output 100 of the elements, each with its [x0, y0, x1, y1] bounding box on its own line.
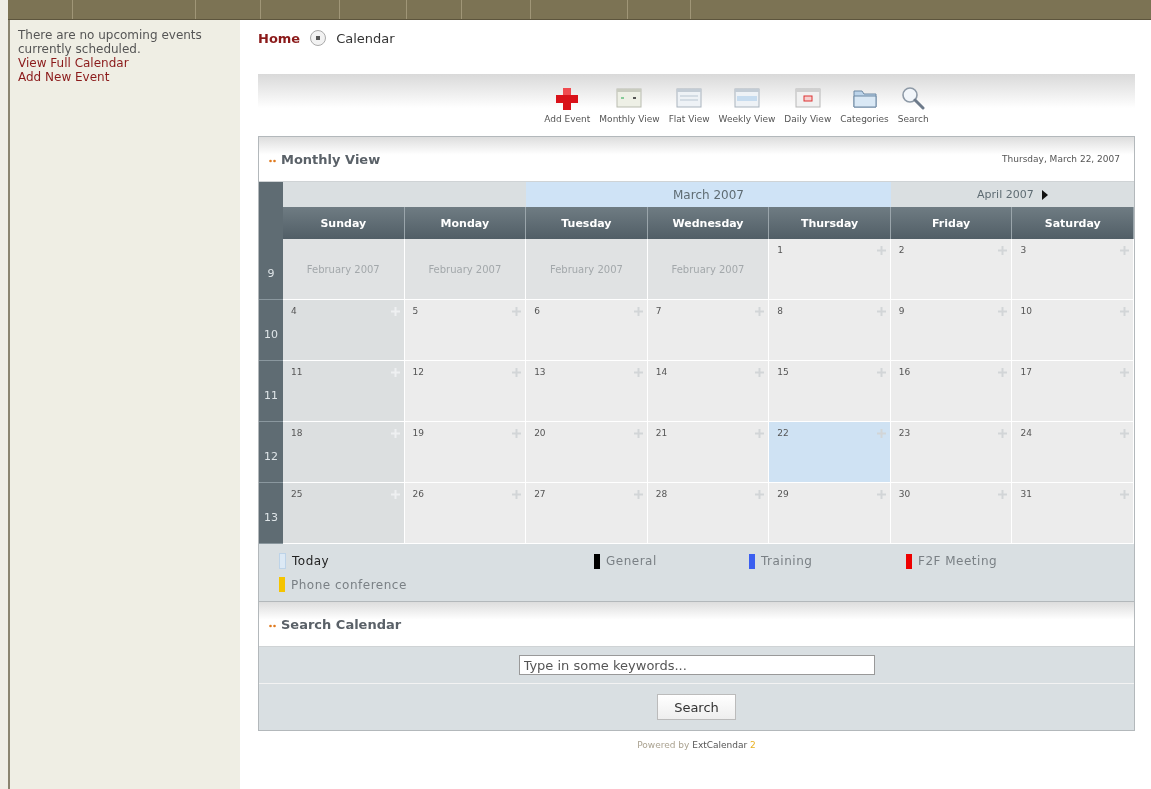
day-number[interactable]: 31: [1020, 489, 1032, 499]
add-plus-icon[interactable]: [998, 368, 1008, 377]
day-number[interactable]: 13: [534, 367, 546, 377]
day-number[interactable]: 27: [534, 489, 546, 499]
day-number[interactable]: 3: [1020, 245, 1027, 255]
toolbar-button[interactable]: Daily View: [784, 86, 832, 136]
day-number[interactable]: 5: [412, 306, 419, 316]
add-plus-icon[interactable]: [998, 429, 1008, 438]
day-number[interactable]: 8: [777, 306, 783, 316]
search-field[interactable]: Type in some keywords...: [518, 655, 875, 675]
add-plus-icon[interactable]: [1120, 429, 1129, 438]
separator-icon: [310, 30, 327, 46]
add-plus-icon[interactable]: [512, 368, 522, 377]
toolbar-button[interactable]: Categories: [840, 86, 889, 136]
day-number[interactable]: 30: [898, 489, 911, 499]
toolbar-button[interactable]: Monthly View: [599, 86, 660, 136]
add-plus-icon[interactable]: [633, 307, 643, 316]
list-window-icon: [676, 86, 703, 110]
plus-icon: [554, 86, 581, 110]
add-plus-icon[interactable]: [876, 307, 886, 316]
right-arrow-icon: [1041, 189, 1048, 200]
day-number[interactable]: 11: [291, 367, 303, 377]
day-number[interactable]: 15: [777, 367, 789, 377]
weekday-header: Wednesday: [647, 207, 770, 239]
add-plus-icon[interactable]: [512, 307, 522, 316]
other-month-cell: February 2007: [404, 239, 527, 300]
add-plus-icon[interactable]: [755, 307, 765, 316]
day-number[interactable]: 14: [655, 367, 668, 377]
weekday-header: Tuesday: [526, 207, 648, 239]
legend-label: General: [606, 554, 657, 568]
add-plus-icon[interactable]: [633, 490, 643, 499]
search-button[interactable]: Search: [657, 694, 736, 720]
day-number[interactable]: 12: [412, 367, 424, 377]
day-number[interactable]: 23: [898, 428, 911, 438]
week-number[interactable]: 11: [259, 361, 283, 422]
dots-icon: [269, 623, 277, 628]
legend-label: F2F Meeting: [918, 554, 998, 568]
legend-label: Training: [761, 554, 813, 568]
week-number[interactable]: 10: [259, 300, 283, 361]
day-number[interactable]: 6: [534, 306, 540, 316]
toolbar-button[interactable]: Flat View: [668, 86, 710, 136]
toolbar-button[interactable]: Weekly View: [718, 86, 776, 136]
add-plus-icon[interactable]: [755, 368, 765, 377]
breadcrumb-link[interactable]: Home: [258, 30, 301, 46]
add-plus-icon[interactable]: [998, 307, 1008, 316]
day-number[interactable]: 9: [898, 306, 905, 316]
day-number[interactable]: 28: [655, 489, 668, 499]
current-month: March 2007: [526, 182, 891, 207]
add-plus-icon[interactable]: [876, 246, 886, 255]
breadcrumb-current: Calendar: [336, 30, 395, 46]
day-number[interactable]: 25: [291, 489, 303, 499]
day-number[interactable]: 24: [1020, 428, 1032, 438]
add-plus-icon[interactable]: [876, 490, 886, 499]
day-number[interactable]: 7: [655, 306, 662, 316]
week-number[interactable]: 13: [259, 483, 283, 544]
day-number[interactable]: 1: [777, 245, 783, 255]
magnifier-icon: [900, 86, 927, 110]
version-number: 2: [750, 740, 756, 750]
day-number[interactable]: 17: [1020, 367, 1032, 377]
day-number[interactable]: 10: [1020, 306, 1032, 316]
add-plus-icon[interactable]: [512, 490, 522, 499]
weekday-header: Saturday: [1012, 207, 1134, 239]
sidebar-link[interactable]: Add New Event: [18, 70, 232, 84]
add-plus-icon[interactable]: [633, 429, 643, 438]
other-month-cell: February 2007: [647, 239, 770, 300]
weekday-header: Monday: [404, 207, 527, 239]
add-plus-icon[interactable]: [998, 490, 1008, 499]
weekday-header: Thursday: [769, 207, 891, 239]
product-link[interactable]: ExtCalendar: [692, 740, 748, 750]
weekday-header: Sunday: [283, 207, 405, 239]
add-plus-icon[interactable]: [755, 490, 765, 499]
add-plus-icon[interactable]: [1120, 246, 1129, 255]
add-plus-icon[interactable]: [1120, 490, 1129, 499]
add-plus-icon[interactable]: [1120, 368, 1129, 377]
sidebar-message: There are no upcoming events currently scheduled.: [18, 28, 203, 56]
day-number[interactable]: 29: [777, 489, 789, 499]
add-plus-icon[interactable]: [633, 368, 643, 377]
toolbar-button[interactable]: Search: [897, 86, 929, 136]
add-plus-icon[interactable]: [876, 368, 886, 377]
add-plus-icon[interactable]: [512, 429, 522, 438]
week-number[interactable]: 9: [259, 239, 283, 300]
day-number[interactable]: 16: [898, 367, 911, 377]
current-date: Thursday, March 22, 2007: [1002, 154, 1120, 164]
add-plus-icon[interactable]: [998, 246, 1008, 255]
day-number[interactable]: 4: [291, 306, 297, 316]
day-number[interactable]: 18: [291, 428, 303, 438]
day-number[interactable]: 21: [655, 428, 668, 438]
legend-label: Today: [292, 554, 330, 568]
next-month-link[interactable]: April 2007: [890, 182, 1134, 207]
toolbar-button[interactable]: Add Event: [544, 86, 591, 136]
day-number[interactable]: 2: [898, 245, 905, 255]
day-number[interactable]: 20: [534, 428, 546, 438]
day-number[interactable]: 22: [777, 428, 789, 438]
add-plus-icon[interactable]: [876, 429, 886, 438]
day-number[interactable]: 19: [412, 428, 424, 438]
add-plus-icon[interactable]: [755, 429, 765, 438]
add-plus-icon[interactable]: [1120, 307, 1129, 316]
week-number[interactable]: 12: [259, 422, 283, 483]
day-number[interactable]: 26: [412, 489, 424, 499]
sidebar-link[interactable]: View Full Calendar: [18, 56, 232, 70]
